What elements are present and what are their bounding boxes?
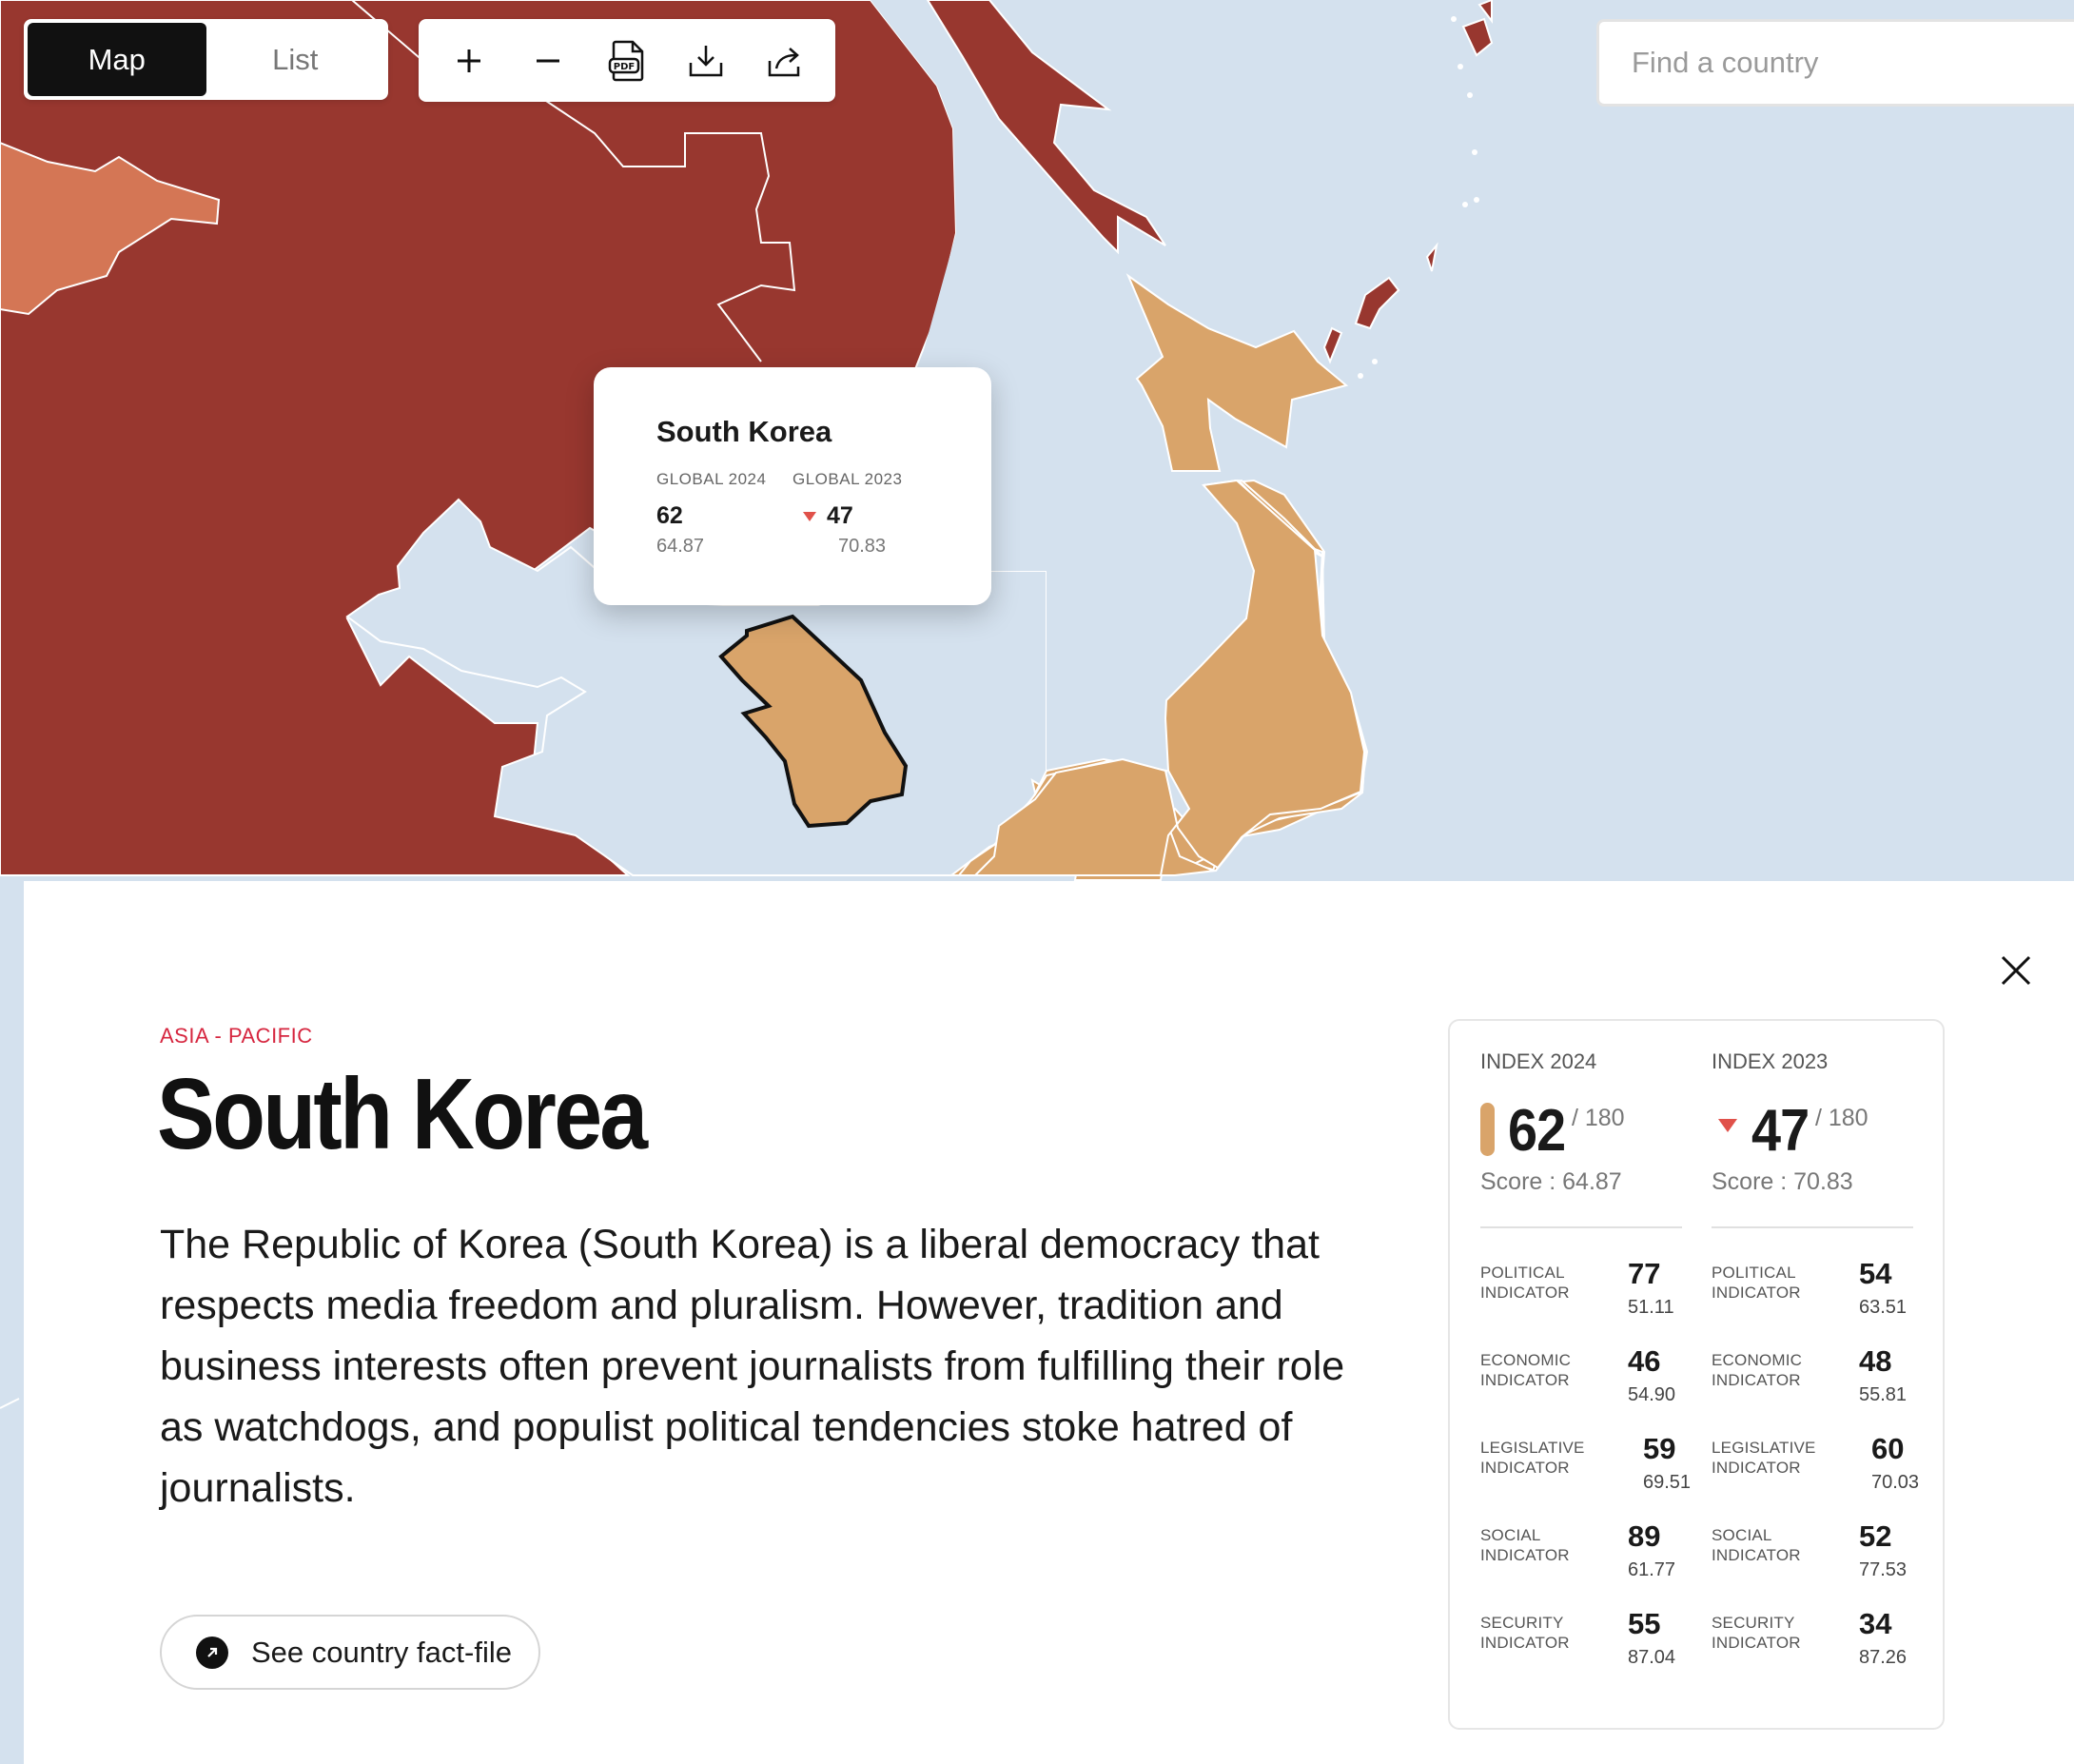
- political-indicator-2024: POLITICAL INDICATOR 77 51.11: [1480, 1257, 1709, 1339]
- map-view-tab[interactable]: Map: [28, 23, 206, 96]
- indicator-rank: 54: [1859, 1257, 1892, 1290]
- zoom-out-button[interactable]: [518, 31, 577, 90]
- index-2023-of: / 180: [1814, 1105, 1869, 1131]
- indicator-score: 55.81: [1859, 1384, 1908, 1405]
- indicator-score: 63.51: [1859, 1297, 1908, 1318]
- score-card: INDEX 2024 62 / 180 Score : 64.87 POLITI…: [1448, 1019, 1945, 1730]
- indicator-label: SOCIAL INDICATOR: [1712, 1526, 1801, 1564]
- country-fact-file-button[interactable]: See country fact-file: [160, 1615, 540, 1690]
- indicator-rank: 89: [1628, 1519, 1661, 1553]
- economic-indicator-2024: ECONOMIC INDICATOR 46 54.90: [1480, 1344, 1709, 1426]
- indicator-score: 77.53: [1859, 1559, 1908, 1580]
- tooltip-score-2023: 70.83: [838, 536, 887, 557]
- tooltip-col-2024: GLOBAL 2024 62 64.87: [656, 470, 792, 558]
- social-indicator-2023: SOCIAL INDICATOR 52 77.53: [1712, 1519, 1940, 1601]
- tooltip-label-2024: GLOBAL 2024: [656, 470, 767, 488]
- country-description: The Republic of Korea (South Korea) is a…: [160, 1222, 1345, 1511]
- map-toolbar: PDF: [419, 19, 835, 102]
- indicator-rank: 46: [1628, 1344, 1661, 1378]
- minus-icon: [537, 59, 560, 62]
- share-icon: [768, 47, 799, 76]
- indicator-label: POLITICAL INDICATOR: [1480, 1264, 1570, 1302]
- security-indicator-2023: SECURITY INDICATOR 34 87.26: [1712, 1607, 1940, 1689]
- download-icon: [689, 45, 723, 76]
- download-pdf-button[interactable]: PDF: [597, 31, 656, 90]
- indicator-rank: 59: [1643, 1432, 1676, 1465]
- indicator-label: ECONOMIC INDICATOR: [1712, 1351, 1803, 1389]
- index-2024-label: INDEX 2024: [1480, 1049, 1597, 1073]
- country-search: [1596, 19, 2074, 107]
- tooltip-col-2023: GLOBAL 2023 47 70.83: [792, 470, 929, 558]
- indicator-score: 87.04: [1628, 1647, 1676, 1668]
- indicator-score: 70.03: [1871, 1472, 1920, 1493]
- index-2024-rank-block: 62 / 180: [1480, 1097, 1625, 1165]
- indicator-label: SECURITY INDICATOR: [1480, 1614, 1570, 1652]
- close-panel-button[interactable]: [1993, 948, 2039, 993]
- tooltip-country-name: South Korea: [656, 415, 832, 448]
- indicator-score: 61.77: [1628, 1559, 1676, 1580]
- trend-down-icon: [1718, 1119, 1737, 1132]
- security-indicator-2024: SECURITY INDICATOR 55 87.04: [1480, 1607, 1709, 1689]
- zoom-in-button[interactable]: [440, 31, 499, 90]
- index-2024-score: Score : 64.87: [1480, 1168, 1622, 1195]
- list-view-tab[interactable]: List: [206, 23, 385, 96]
- indicator-rank: 52: [1859, 1519, 1892, 1553]
- category-color-bar: [1480, 1103, 1495, 1156]
- pdf-icon: PDF: [608, 40, 644, 81]
- indicator-score: 54.90: [1628, 1384, 1676, 1405]
- indicator-label: POLITICAL INDICATOR: [1712, 1264, 1801, 1302]
- political-indicator-2023: POLITICAL INDICATOR 54 63.51: [1712, 1257, 1940, 1339]
- country-panel: ASIA - PACIFIC South Korea The Republic …: [24, 881, 2074, 1764]
- economic-indicator-2023: ECONOMIC INDICATOR 48 55.81: [1712, 1344, 1940, 1426]
- index-2023-score: Score : 70.83: [1712, 1168, 1853, 1195]
- divider: [1712, 1226, 1913, 1228]
- tooltip-score-2024: 64.87: [656, 536, 705, 557]
- country-search-input[interactable]: [1599, 22, 2074, 104]
- pdf-icon-label: PDF: [614, 62, 635, 72]
- trend-down-icon: [803, 511, 816, 521]
- legislative-indicator-2024: LEGISLATIVE INDICATOR 59 69.51: [1480, 1432, 1709, 1514]
- indicator-label: LEGISLATIVE INDICATOR: [1712, 1439, 1816, 1477]
- index-2023-label: INDEX 2023: [1712, 1049, 1829, 1073]
- divider: [1480, 1226, 1682, 1228]
- fact-file-label: See country fact-file: [251, 1635, 512, 1669]
- plus-icon: [458, 49, 481, 72]
- tooltip-rank-2024: 62: [656, 502, 683, 529]
- indicator-label: SECURITY INDICATOR: [1712, 1614, 1801, 1652]
- close-icon: [2001, 955, 2031, 986]
- country-tooltip: South Korea GLOBAL 2024 62 64.87 GLOBAL …: [594, 367, 991, 605]
- indicator-rank: 34: [1859, 1607, 1892, 1640]
- indicator-score: 87.26: [1859, 1647, 1908, 1668]
- arrow-up-right-icon: [196, 1636, 228, 1669]
- legislative-indicator-2023: LEGISLATIVE INDICATOR 60 70.03: [1712, 1432, 1940, 1514]
- download-button[interactable]: [676, 31, 735, 90]
- social-indicator-2024: SOCIAL INDICATOR 89 61.77: [1480, 1519, 1709, 1601]
- view-toggle: Map List: [24, 19, 388, 100]
- country-title: South Korea: [157, 1058, 648, 1170]
- indicator-score: 51.11: [1628, 1297, 1674, 1318]
- region-label: ASIA - PACIFIC: [160, 1024, 313, 1048]
- indicator-label: SOCIAL INDICATOR: [1480, 1526, 1570, 1564]
- index-2023-rank: 47: [1751, 1098, 1810, 1164]
- tooltip-rank-2023: 47: [827, 502, 853, 529]
- share-button[interactable]: [755, 31, 814, 90]
- indicator-score: 69.51: [1643, 1472, 1692, 1493]
- tooltip-label-2023: GLOBAL 2023: [792, 470, 903, 488]
- indicator-rank: 55: [1628, 1607, 1661, 1640]
- indicator-rank: 48: [1859, 1344, 1892, 1378]
- index-2024-rank: 62: [1508, 1098, 1566, 1164]
- index-2024-of: / 180: [1571, 1105, 1625, 1131]
- indicator-rank: 77: [1628, 1257, 1661, 1290]
- index-2023-rank-block: 47 / 180: [1712, 1097, 1869, 1165]
- indicator-label: LEGISLATIVE INDICATOR: [1480, 1439, 1585, 1477]
- indicator-label: ECONOMIC INDICATOR: [1480, 1351, 1572, 1389]
- indicator-rank: 60: [1871, 1432, 1905, 1465]
